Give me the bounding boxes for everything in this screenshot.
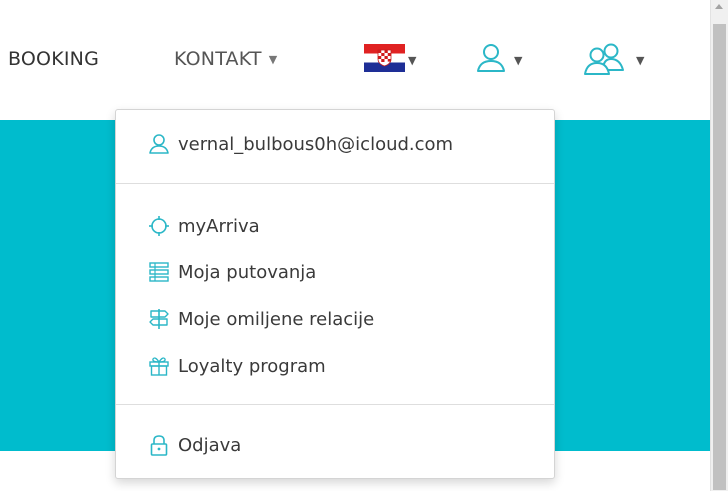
gift-icon	[148, 355, 170, 377]
croatian-flag-icon[interactable]	[364, 44, 405, 72]
menu-item-moja-putovanja[interactable]: Moja putovanja	[148, 258, 316, 286]
user-icon[interactable]	[475, 42, 507, 74]
menu-divider	[116, 404, 554, 405]
scrollbar-thumb[interactable]	[713, 24, 726, 490]
crosshair-icon	[148, 215, 170, 237]
vertical-scrollbar[interactable]	[710, 0, 728, 491]
caret-down-icon: ▼	[268, 53, 278, 66]
menu-item-loyalty-program[interactable]: Loyalty program	[148, 352, 326, 380]
top-navbar: BOOKING KONTAKT ▼ ▼ ▼ ▼	[0, 0, 710, 118]
scroll-up-arrow-icon[interactable]	[715, 4, 723, 9]
nav-booking-label: BOOKING	[8, 48, 100, 70]
menu-item-label: myArriva	[178, 215, 260, 237]
list-icon	[148, 261, 170, 283]
user-email-item[interactable]: vernal_bulbous0h@icloud.com	[148, 130, 453, 158]
caret-down-icon: ▼	[636, 54, 645, 67]
logout-label: Odjava	[178, 434, 242, 456]
page: BOOKING KONTAKT ▼ ▼ ▼ ▼ vernal_bulbous0h…	[0, 0, 710, 491]
user-icon	[148, 133, 170, 155]
group-users-icon[interactable]	[583, 42, 627, 76]
signpost-icon	[148, 308, 170, 330]
menu-item-omiljene-relacije[interactable]: Moje omiljene relacije	[148, 305, 374, 333]
menu-item-label: Loyalty program	[178, 355, 326, 377]
nav-kontakt-dropdown[interactable]: KONTAKT ▼	[174, 48, 277, 70]
menu-item-myarriva[interactable]: myArriva	[148, 212, 260, 240]
menu-divider	[116, 183, 554, 184]
menu-item-label: Moje omiljene relacije	[178, 308, 375, 330]
caret-down-icon: ▼	[408, 54, 417, 67]
menu-item-label: Moja putovanja	[178, 261, 317, 283]
lock-icon	[148, 434, 170, 456]
nav-kontakt-label: KONTAKT	[174, 48, 262, 70]
logout-item[interactable]: Odjava	[148, 431, 241, 459]
user-email-text: vernal_bulbous0h@icloud.com	[178, 133, 454, 155]
caret-down-icon: ▼	[514, 54, 523, 67]
nav-booking-link[interactable]: BOOKING	[8, 48, 99, 70]
user-dropdown-menu: vernal_bulbous0h@icloud.com myArriva Moj…	[115, 109, 555, 479]
